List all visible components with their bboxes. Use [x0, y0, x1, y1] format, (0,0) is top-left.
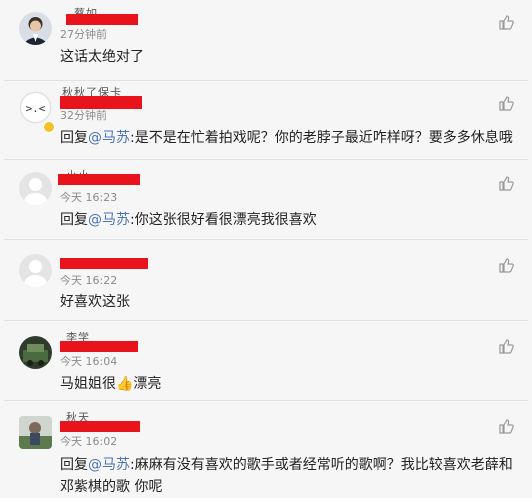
- comment-item: 小小 今天 16:23 回复@马苏:你这张很好看很漂亮我很喜欢: [4, 160, 528, 240]
- reply-prefix: 回复: [60, 457, 88, 473]
- mention-link[interactable]: @马苏: [88, 212, 130, 228]
- comment-body: 马姐姐很👍漂亮: [60, 376, 162, 392]
- comment-time: 今天 16:22: [60, 274, 118, 287]
- username-redaction: [60, 258, 148, 269]
- reply-prefix: 回复: [60, 212, 88, 228]
- thumbs-up-icon[interactable]: [498, 14, 514, 30]
- comment-body: 好喜欢这张: [60, 294, 130, 310]
- comment-body: 这话太绝对了: [60, 49, 144, 65]
- avatar[interactable]: [19, 12, 52, 45]
- comment-time: 32分钟前: [60, 109, 107, 122]
- avatar[interactable]: [19, 416, 52, 449]
- avatar[interactable]: >.<: [19, 91, 52, 124]
- comment-text: 回复@马苏:麻麻有没有喜欢的歌手或者经常听的歌啊？我比较喜欢老薛和 邓紫棋的歌 …: [60, 454, 513, 498]
- comment-text: 好喜欢这张: [60, 291, 130, 313]
- mention-link[interactable]: @马苏: [88, 130, 130, 146]
- thumbs-up-icon[interactable]: [498, 95, 514, 111]
- comment-text: 回复@马苏:你这张很好看很漂亮我很喜欢: [60, 209, 317, 231]
- thumbs-up-icon[interactable]: [498, 175, 514, 191]
- avatar[interactable]: [19, 172, 52, 205]
- thumbs-up-icon[interactable]: [498, 257, 514, 273]
- reply-prefix: 回复: [60, 130, 88, 146]
- comment-time: 27分钟前: [60, 28, 107, 41]
- username-redaction: [58, 174, 140, 185]
- comment-line-1: 回复@马苏:麻麻有没有喜欢的歌手或者经常听的歌啊？我比较喜欢老薛和: [60, 454, 513, 476]
- comment-text: 马姐姐很👍漂亮: [60, 373, 161, 395]
- comment-body: :是不是在忙着拍戏呢？你的老脖子最近咋样呀？要多多休息哦: [130, 130, 513, 146]
- username-redaction: [60, 341, 138, 352]
- username-redaction: [60, 96, 142, 109]
- comment-time: 今天 16:02: [60, 435, 118, 448]
- comment-time: 今天 16:23: [60, 191, 118, 204]
- comment-item: 秋天 今天 16:02 回复@马苏:麻麻有没有喜欢的歌手或者经常听的歌啊？我比较…: [4, 401, 528, 495]
- comment-time: 今天 16:04: [60, 355, 118, 368]
- comment-line-2: 邓紫棋的歌 你呢: [60, 479, 163, 495]
- comment-item: >.< 秋秋了保卡 32分钟前 回复@马苏:是不是在忙着拍戏呢？你的老脖子最近咋…: [4, 81, 528, 160]
- comment-item: 今天 16:22 好喜欢这张: [4, 240, 528, 321]
- mention-link[interactable]: @马苏: [88, 457, 130, 473]
- thumbs-up-icon[interactable]: [498, 418, 514, 434]
- avatar[interactable]: [19, 336, 52, 369]
- comment-body: :麻麻有没有喜欢的歌手或者经常听的歌啊？我比较喜欢老薛和: [130, 457, 513, 473]
- username-redaction: [60, 421, 140, 432]
- comment-body: :你这张很好看很漂亮我很喜欢: [130, 212, 317, 228]
- comment-item: 蔡如 27分钟前 这话太绝对了: [4, 0, 528, 81]
- comment-text: 这话太绝对了: [60, 46, 144, 68]
- svg-text:>.<: >.<: [26, 102, 46, 115]
- thumbs-up-icon[interactable]: [498, 338, 514, 354]
- status-badge: [43, 121, 55, 133]
- avatar[interactable]: [19, 254, 52, 287]
- username-redaction: [66, 14, 138, 25]
- comment-item: 李学 今天 16:04 马姐姐很👍漂亮: [4, 321, 528, 401]
- comment-text: 回复@马苏:是不是在忙着拍戏呢？你的老脖子最近咋样呀？要多多休息哦: [60, 127, 513, 149]
